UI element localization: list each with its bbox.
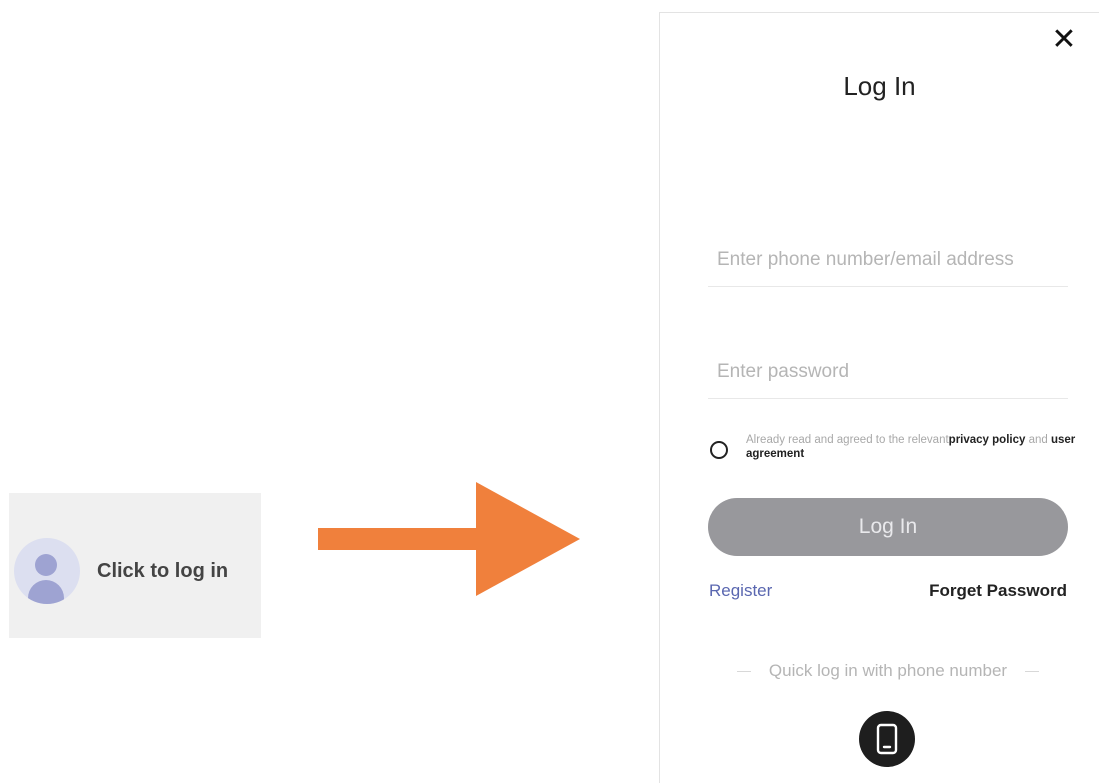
agreement-text: Already read and agreed to the relevantp… bbox=[746, 433, 1076, 461]
password-input[interactable] bbox=[708, 345, 1068, 399]
divider-line-left bbox=[736, 670, 751, 672]
arrow-shaft bbox=[318, 528, 480, 550]
forget-password-link[interactable]: Forget Password bbox=[929, 581, 1067, 601]
close-icon[interactable]: ✕ bbox=[1049, 25, 1079, 55]
agreement-radio[interactable] bbox=[710, 441, 728, 459]
login-modal: ✕ Log In Already read and agreed to the … bbox=[659, 12, 1099, 783]
agreement-conjunction: and bbox=[1028, 434, 1048, 446]
login-prompt-label: Click to log in bbox=[97, 560, 229, 582]
quick-login-label: Quick log in with phone number bbox=[768, 661, 1008, 680]
login-prompt-card[interactable]: Click to log in bbox=[9, 493, 261, 638]
quick-login-phone-button[interactable] bbox=[859, 711, 915, 767]
avatar-body bbox=[28, 580, 64, 604]
modal-title: Log In bbox=[843, 71, 916, 101]
divider-line-right bbox=[1025, 670, 1040, 672]
phone-email-input[interactable] bbox=[708, 233, 1068, 287]
register-link[interactable]: Register bbox=[709, 581, 772, 601]
right-arrow-icon bbox=[318, 482, 580, 596]
arrow-head bbox=[476, 482, 580, 596]
mobile-phone-icon bbox=[876, 723, 898, 755]
quick-login-divider: Quick log in with phone number bbox=[708, 661, 1068, 681]
login-button[interactable]: Log In bbox=[708, 498, 1068, 556]
stage: Click to log in ✕ Log In Already read an… bbox=[0, 0, 1099, 783]
avatar-icon bbox=[14, 538, 80, 604]
agreement-prefix: Already read and agreed to the relevant bbox=[746, 434, 949, 446]
avatar-head bbox=[35, 554, 57, 576]
privacy-policy-link[interactable]: privacy policy bbox=[949, 434, 1026, 446]
